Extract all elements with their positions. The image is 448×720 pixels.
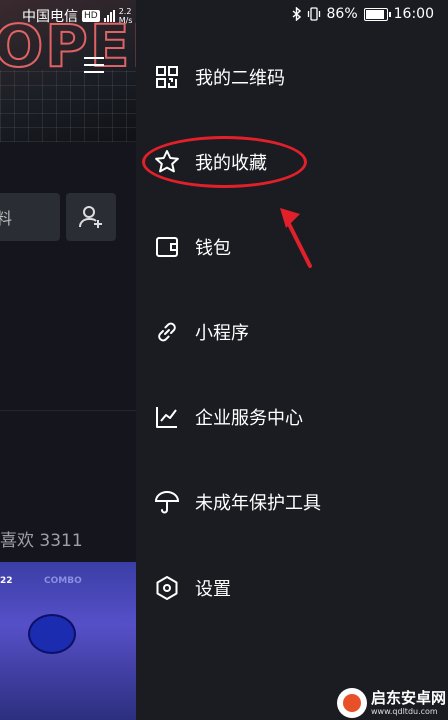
drawer-item-qr-code[interactable]: 我的二维码 — [136, 52, 448, 102]
menu-icon[interactable] — [84, 57, 104, 73]
signal-icon — [103, 10, 115, 22]
battery-percent: 86% — [326, 6, 358, 22]
status-bar: 中国电信 HD 2.2 M/s 86% 16:00 — [0, 0, 448, 32]
site-watermark: 启东安卓网 www.qdltdu.com — [336, 688, 446, 718]
carrier-name: 中国电信 — [22, 9, 78, 25]
drawer-item-settings[interactable]: 设置 — [136, 563, 448, 613]
umbrella-icon — [154, 489, 180, 515]
chart-icon — [154, 404, 180, 430]
add-user-icon — [79, 206, 102, 228]
wallet-icon — [154, 234, 180, 260]
add-friend-button[interactable] — [66, 193, 116, 241]
network-speed: 2.2 M/s — [118, 7, 133, 25]
drawer-item-enterprise-center[interactable]: 企业服务中心 — [136, 392, 448, 442]
qr-code-icon — [154, 64, 180, 90]
drawer-item-minor-protection[interactable]: 未成年保护工具 — [136, 477, 448, 527]
edit-profile-button[interactable]: 料 — [0, 193, 60, 241]
battery-icon — [363, 7, 391, 21]
highlight-circle-annotation — [142, 136, 307, 188]
side-drawer: 我的二维码 我的收藏 钱包 小程序 企业服务中心 未成年保护工具 设置 启东安卓… — [136, 0, 448, 720]
clock: 16:00 — [393, 6, 434, 22]
planet-image — [28, 614, 76, 654]
vibrate-icon — [307, 7, 320, 21]
background-profile-page: OPEN 料 喜欢 3311 22 COMBO — [0, 0, 136, 720]
link-icon — [154, 319, 180, 345]
video-thumbnail[interactable]: 22 COMBO — [0, 562, 136, 720]
bluetooth-icon — [292, 7, 301, 21]
settings-hexagon-icon — [154, 575, 180, 601]
hd-badge: HD — [82, 10, 100, 22]
watermark-logo-icon — [336, 688, 367, 718]
drawer-item-mini-programs[interactable]: 小程序 — [136, 307, 448, 357]
likes-count: 喜欢 3311 — [0, 531, 83, 551]
red-arrow-annotation — [280, 208, 312, 268]
